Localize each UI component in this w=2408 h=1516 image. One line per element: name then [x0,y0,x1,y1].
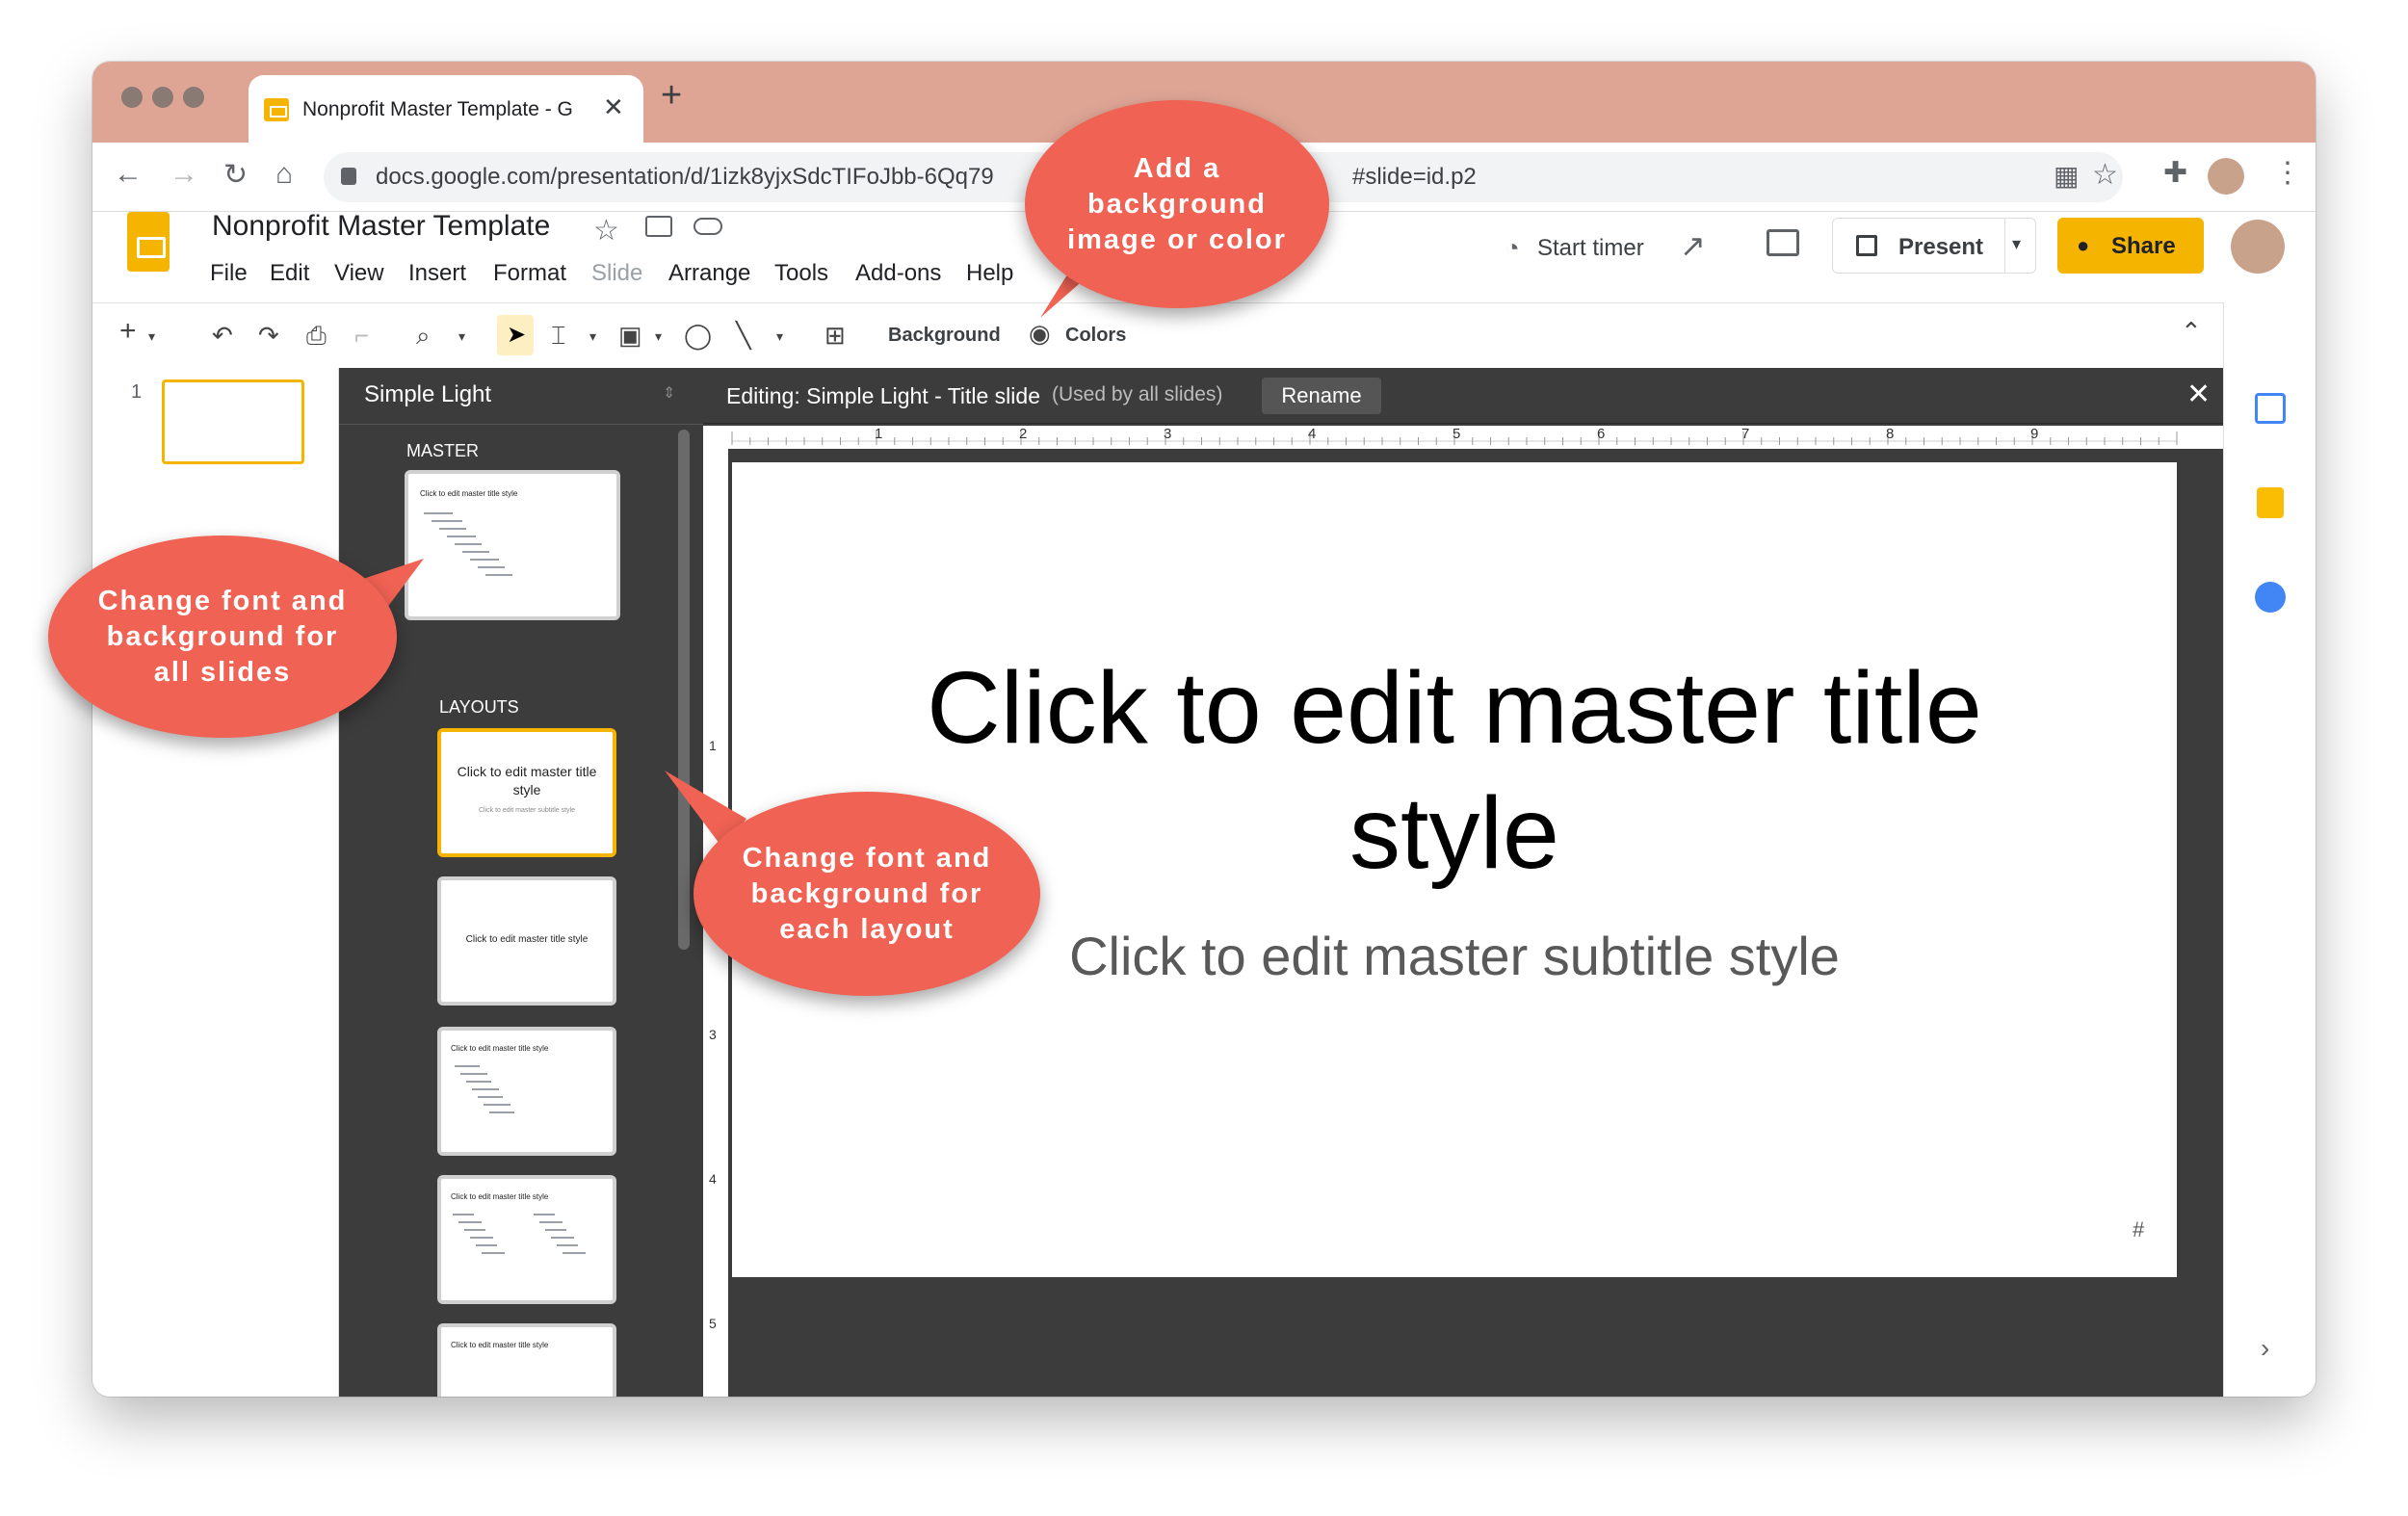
callout-background: Add a background image or color [1025,100,1329,308]
callout-each-layout: Change font and background for each layo… [694,792,1040,996]
callout-all-slides: Change font and background for all slide… [48,536,397,738]
